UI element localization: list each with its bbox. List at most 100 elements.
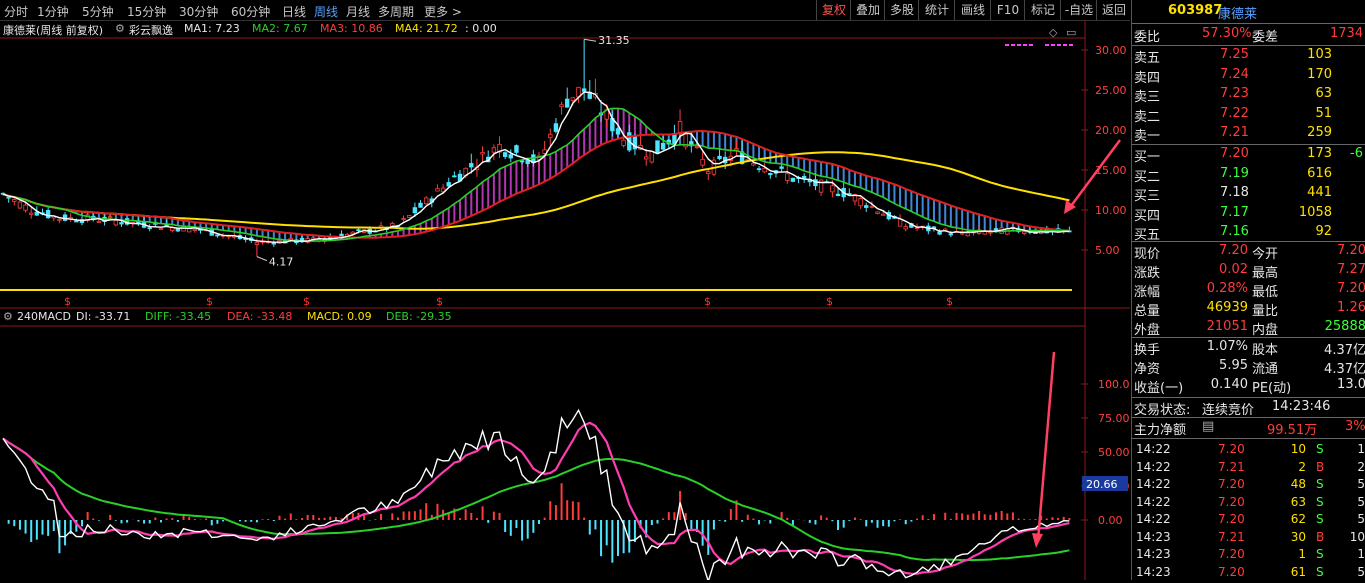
tick-direction: S <box>1316 494 1324 509</box>
tick-count: 1 <box>1357 547 1365 561</box>
tick-price: 7.21 <box>1218 459 1245 474</box>
trade-status-value: 连续竞价 <box>1202 403 1255 418</box>
stat-label: 股本 <box>1252 343 1279 358</box>
stat-row: 涨跌 0.02 最高 7.27 <box>1132 262 1365 281</box>
trade-time: 14:23:46 <box>1272 399 1331 414</box>
stat-label: 今开 <box>1252 247 1279 262</box>
net-flow-value: 99.51万 <box>1267 423 1318 438</box>
candle-body <box>435 188 440 192</box>
price-tick-label: 5.00 <box>1095 244 1120 257</box>
tick-volume: 30 <box>1290 529 1306 544</box>
candle-body <box>469 163 474 168</box>
stat-row: 外盘 21051 内盘 25888 <box>1132 319 1365 338</box>
stat-label: 最低 <box>1252 285 1279 300</box>
stat-label: 收益(一) <box>1134 381 1184 396</box>
candle-body <box>452 175 457 178</box>
tick-row: 14:22 7.21 2 B 2 <box>1136 460 1365 478</box>
candle-body <box>756 168 762 171</box>
stat-label: 内盘 <box>1252 323 1279 338</box>
annotation-arrowhead <box>1032 533 1043 548</box>
candle-body <box>418 202 423 208</box>
candle-body <box>407 215 412 218</box>
bid-label: 买一 <box>1134 150 1161 165</box>
bid-price: 7.17 <box>1220 204 1249 220</box>
candle-body <box>965 232 970 237</box>
bid-row[interactable]: 买一 7.20 173 -6 <box>1132 146 1365 165</box>
ask-price: 7.22 <box>1220 105 1249 121</box>
ask-row[interactable]: 卖三 7.23 63 <box>1132 86 1365 105</box>
ask-label: 卖五 <box>1134 51 1161 66</box>
candle-body <box>948 233 954 236</box>
macd-tick-label: 50.00 <box>1098 446 1130 459</box>
candle-body <box>119 222 124 225</box>
bid-row[interactable]: 买三 7.18 441 <box>1132 185 1365 204</box>
ask-row[interactable]: 卖五 7.25 103 <box>1132 47 1365 66</box>
price-tick-label: 10.00 <box>1095 204 1127 217</box>
bid-volume: 616 <box>1307 165 1332 181</box>
candle-body <box>215 234 220 237</box>
bid-volume: 441 <box>1307 185 1332 200</box>
tick-direction: S <box>1316 564 1324 579</box>
candle-body <box>694 145 700 148</box>
candle-body <box>621 139 626 146</box>
candle-body <box>519 160 525 163</box>
stat-label: 涨幅 <box>1134 285 1161 300</box>
stat-value: 0.28% <box>1206 281 1248 296</box>
tick-volume: 62 <box>1290 512 1306 526</box>
stat-label: 流通 <box>1252 362 1279 377</box>
tick-direction: B <box>1316 459 1325 474</box>
candle-body <box>869 205 875 208</box>
tick-time: 14:23 <box>1136 547 1171 561</box>
candle-body <box>412 207 418 214</box>
stat-value: 7.27 <box>1337 262 1365 277</box>
candle-body <box>446 182 451 187</box>
tick-volume: 2 <box>1298 459 1306 474</box>
candle-body <box>801 175 807 179</box>
stat-value: 7.20 <box>1337 243 1365 258</box>
diff-line <box>2 408 1070 580</box>
stat-value: 46939 <box>1206 300 1248 315</box>
tick-time: 14:22 <box>1136 494 1171 509</box>
ask-row[interactable]: 卖二 7.22 51 <box>1132 106 1365 125</box>
signal-marker-icon: $ <box>303 295 310 308</box>
candle-body <box>762 167 767 173</box>
stat-row: 收益(一) 0.140 PE(动) 13.0 <box>1132 377 1365 396</box>
tick-direction: S <box>1316 442 1324 456</box>
stat-value: 21051 <box>1206 319 1248 334</box>
ask-label: 卖二 <box>1134 109 1161 125</box>
tick-direction: S <box>1316 477 1324 491</box>
trade-status-row: 交易状态: 连续竞价 14:23:46 <box>1132 399 1365 418</box>
bid-row[interactable]: 买二 7.19 616 <box>1132 166 1365 185</box>
tick-row: 14:22 7.20 63 S 5 <box>1136 495 1365 513</box>
ask-row[interactable]: 卖四 7.24 170 <box>1132 67 1365 86</box>
candle-body <box>74 220 79 223</box>
net-flow-menu-icon[interactable]: ▤ <box>1202 419 1214 434</box>
macd-current-value: 20.66 <box>1086 478 1118 491</box>
tick-volume: 61 <box>1290 564 1306 579</box>
annotation-arrow <box>1036 351 1056 541</box>
stat-label: PE(动) <box>1252 381 1292 396</box>
macd-panel: 100.075.0050.0025.000.0020.66 <box>2 351 1130 580</box>
ask-volume: 170 <box>1307 66 1332 82</box>
candle-body <box>192 229 198 231</box>
deb-line <box>2 437 1070 562</box>
tick-volume: 63 <box>1290 494 1306 509</box>
tick-price: 7.20 <box>1218 512 1245 526</box>
kline-chart-area[interactable]: 30.0025.0020.0015.0010.005.0031.354.17$ $… <box>0 0 1130 580</box>
stock-code: 603987 <box>1168 3 1223 18</box>
candle-body <box>254 241 260 245</box>
candle-body <box>768 172 773 176</box>
signal-marker-icon: $ <box>826 295 833 308</box>
bid-row[interactable]: 买四 7.17 1058 <box>1132 205 1365 224</box>
tick-time: 14:22 <box>1136 459 1171 474</box>
ask-row[interactable]: 卖一 7.21 259 <box>1132 125 1365 144</box>
tick-count: 5 <box>1357 477 1365 491</box>
tick-price: 7.20 <box>1218 547 1245 561</box>
candle-body <box>734 148 739 151</box>
stock-header: 603987 康德莱 <box>1132 0 1365 24</box>
macd-tick-label: 100.0 <box>1098 378 1130 391</box>
stat-value: 5.95 <box>1219 358 1248 373</box>
candle-body <box>45 210 51 219</box>
candle-body <box>615 128 621 135</box>
tick-time: 14:22 <box>1136 442 1171 456</box>
